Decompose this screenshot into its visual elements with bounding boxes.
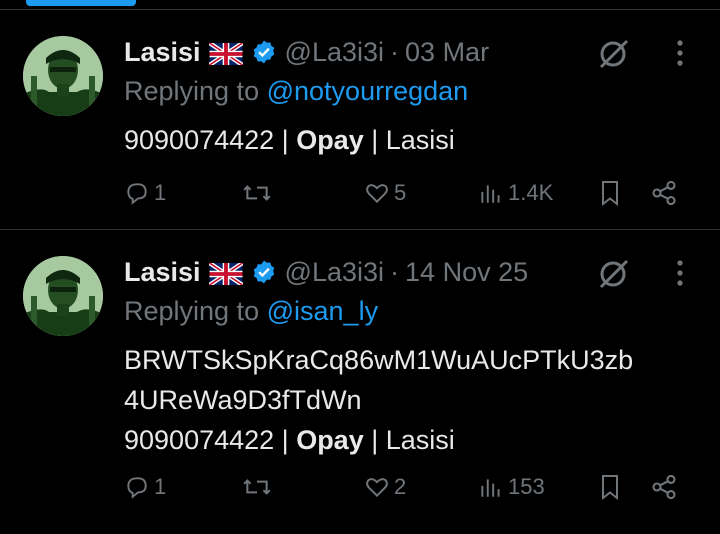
grok-icon[interactable] xyxy=(596,256,632,292)
avatar[interactable] xyxy=(23,256,103,336)
uk-flag-icon xyxy=(207,261,244,287)
tweet-card[interactable]: Lasisi @La3i3i · 03 Mar Replying to @not… xyxy=(0,10,720,230)
replying-to: Replying to @notyourregdan xyxy=(124,76,468,107)
views-chart-icon xyxy=(481,185,500,203)
heart-icon xyxy=(366,478,388,498)
author-handle[interactable]: @La3i3i xyxy=(285,37,384,68)
tweet-text-line: 9090074422 | Opay | Lasisi xyxy=(124,120,714,160)
view-count: 1.4K xyxy=(508,180,554,205)
like-button[interactable]: 5 xyxy=(364,176,406,210)
tweet-date[interactable]: 14 Nov 25 xyxy=(405,257,528,288)
text-segment-bold: Opay xyxy=(296,125,364,155)
replying-to-mention[interactable]: @notyourregdan xyxy=(267,76,469,106)
tweet-text-line: 4UReWa9D3fTdWn xyxy=(124,385,362,415)
reply-button[interactable]: 1 xyxy=(124,470,166,504)
share-button[interactable] xyxy=(650,176,678,210)
text-segment: | Lasisi xyxy=(363,125,455,155)
views-button[interactable]: 153 xyxy=(478,470,545,504)
replying-to-mention[interactable]: @isan_ly xyxy=(267,296,378,326)
bookmark-button[interactable] xyxy=(598,470,622,504)
bookmark-button[interactable] xyxy=(598,176,622,210)
reply-count: 1 xyxy=(154,474,167,499)
replying-to-prefix: Replying to xyxy=(124,76,260,106)
tweet-header: Lasisi @La3i3i · 14 Nov 25 xyxy=(124,254,528,290)
author-name[interactable]: Lasisi xyxy=(124,37,201,68)
more-options-icon[interactable] xyxy=(668,38,692,68)
reply-count: 1 xyxy=(154,180,167,205)
separator: · xyxy=(390,36,400,67)
tweet-header: Lasisi @La3i3i · 03 Mar xyxy=(124,34,489,70)
bookmark-icon xyxy=(602,475,618,501)
text-segment: 9090074422 | xyxy=(124,425,297,455)
tweet-actions: 1 5 1.4K xyxy=(124,176,684,210)
retweet-button[interactable] xyxy=(242,470,276,504)
like-count: 5 xyxy=(394,180,407,205)
active-tab-indicator xyxy=(26,0,136,6)
view-count: 153 xyxy=(508,474,545,499)
bookmark-icon xyxy=(602,181,618,207)
text-segment: 9090074422 | xyxy=(124,125,297,155)
tweet-text: 9090074422 | Opay | Lasisi xyxy=(124,120,714,160)
top-tab-bar xyxy=(0,0,720,10)
like-button[interactable]: 2 xyxy=(364,470,406,504)
uk-flag-icon xyxy=(207,41,244,67)
separator: · xyxy=(390,256,400,287)
views-chart-icon xyxy=(481,479,500,497)
tweet-text: BRWTSkSpKraCq86wM1WuAUcPTkU3zb 4UReWa9D3… xyxy=(124,340,714,460)
text-segment-bold: Opay xyxy=(296,425,364,455)
replying-to: Replying to @isan_ly xyxy=(124,296,378,327)
reply-button[interactable]: 1 xyxy=(124,176,166,210)
more-options-icon[interactable] xyxy=(668,258,692,288)
grok-icon[interactable] xyxy=(596,36,632,72)
tweet-date[interactable]: 03 Mar xyxy=(405,37,489,68)
heart-icon xyxy=(366,184,388,204)
retweet-icon xyxy=(243,479,271,495)
like-count: 2 xyxy=(394,474,407,499)
text-segment: | Lasisi xyxy=(363,425,455,455)
reply-icon xyxy=(127,183,147,205)
share-icon xyxy=(652,474,676,500)
avatar[interactable] xyxy=(23,36,103,116)
retweet-button[interactable] xyxy=(242,176,276,210)
tweet-text-line: 9090074422 | Opay | Lasisi xyxy=(124,420,714,460)
author-name[interactable]: Lasisi xyxy=(124,257,201,288)
tweet-actions: 1 2 153 xyxy=(124,470,684,504)
retweet-icon xyxy=(243,185,271,201)
author-handle[interactable]: @La3i3i xyxy=(285,257,384,288)
share-icon xyxy=(652,180,676,206)
tweet-card[interactable]: Lasisi @La3i3i · 14 Nov 25 Replying to @… xyxy=(0,230,720,534)
reply-icon xyxy=(127,477,147,499)
replying-to-prefix: Replying to xyxy=(124,296,260,326)
views-button[interactable]: 1.4K xyxy=(478,176,553,210)
verified-badge-icon xyxy=(251,39,277,65)
verified-badge-icon xyxy=(251,259,277,285)
tweet-text-line: BRWTSkSpKraCq86wM1WuAUcPTkU3zb xyxy=(124,345,634,375)
share-button[interactable] xyxy=(650,470,678,504)
